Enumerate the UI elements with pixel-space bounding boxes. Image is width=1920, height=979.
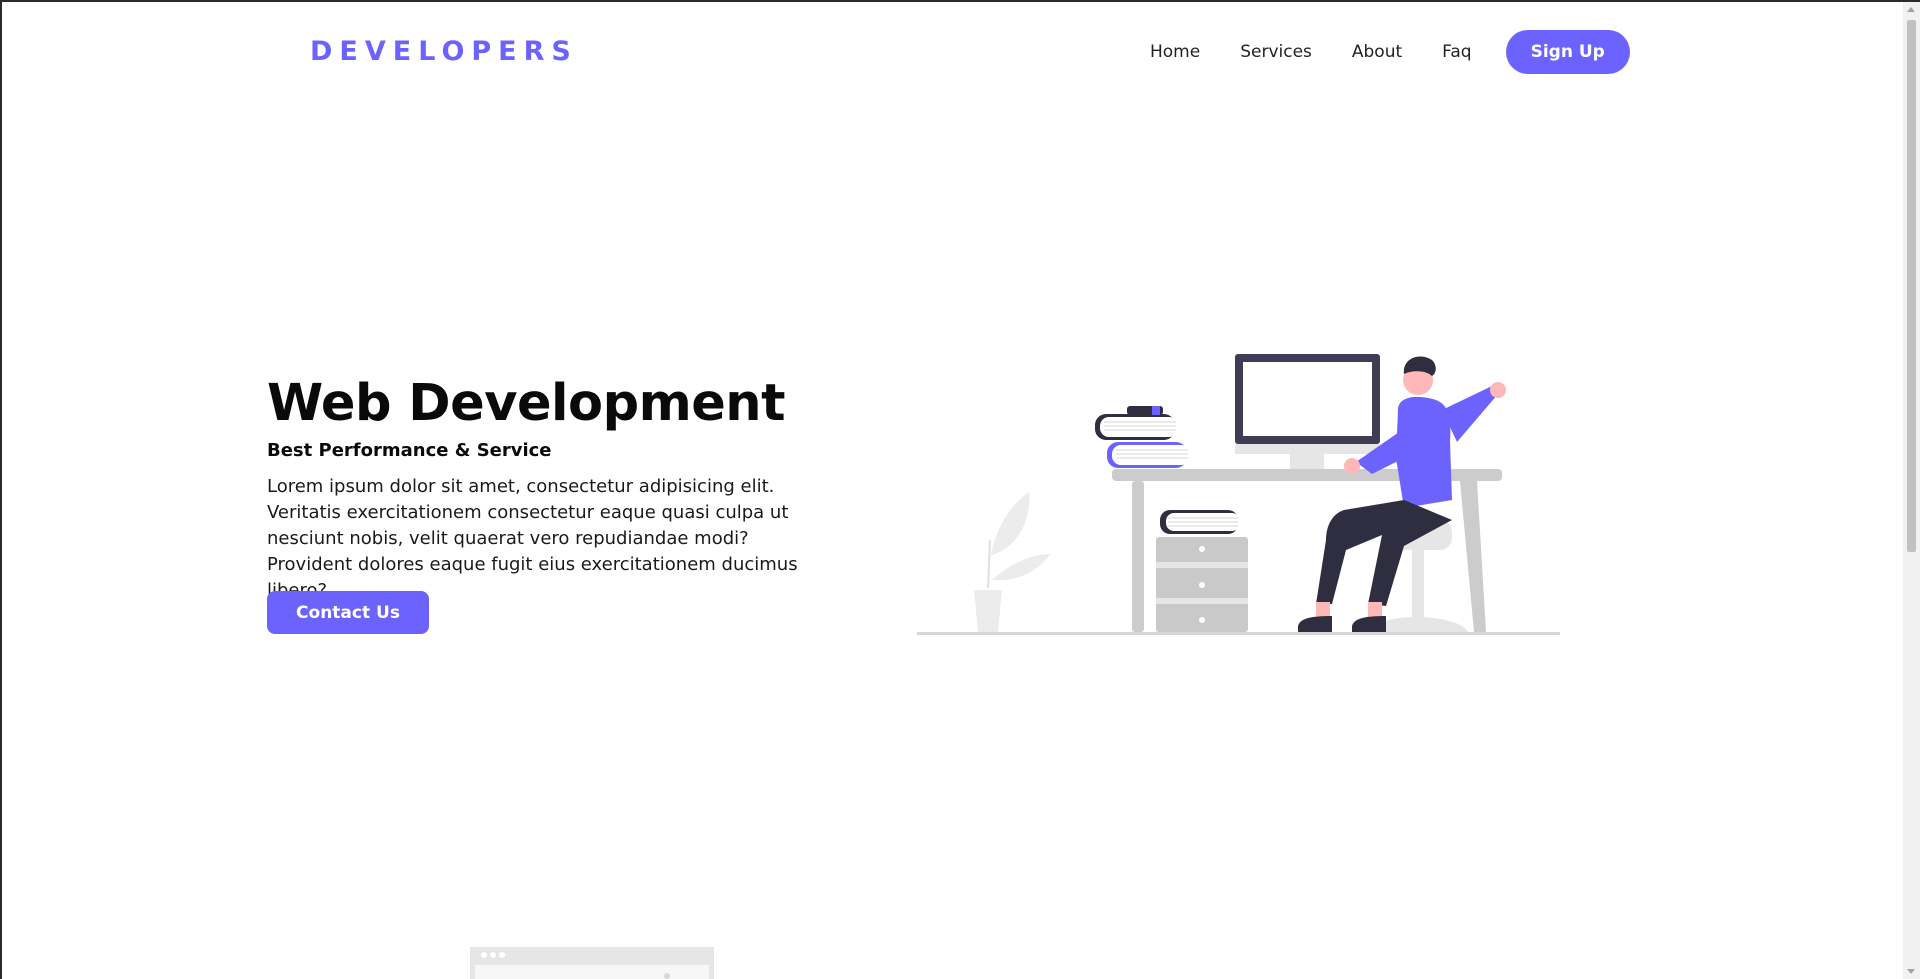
hero-title: Web Development xyxy=(267,374,786,433)
nav-link-faq[interactable]: Faq xyxy=(1442,42,1471,62)
scroll-down-arrow-icon[interactable] xyxy=(1907,969,1915,974)
nav-link-home[interactable]: Home xyxy=(1150,42,1200,62)
window-control-icon xyxy=(664,973,670,979)
browser-window-body xyxy=(475,965,709,979)
developer-at-desk-illustration xyxy=(917,354,1560,635)
book-icon xyxy=(1160,510,1240,534)
nav-link-services[interactable]: Services xyxy=(1240,42,1312,62)
scroll-up-arrow-icon[interactable] xyxy=(1907,7,1915,12)
scroll-thumb[interactable] xyxy=(1907,20,1916,552)
nav-link-about[interactable]: About xyxy=(1352,42,1402,62)
plant-icon xyxy=(974,492,1050,632)
contact-us-button[interactable]: Contact Us xyxy=(267,591,429,634)
browser-dot-icon xyxy=(481,952,487,958)
browser-dot-icon xyxy=(499,952,505,958)
main-nav: Home Services About Faq Sign Up xyxy=(1150,30,1630,74)
signup-button[interactable]: Sign Up xyxy=(1505,30,1630,74)
books-stack-icon xyxy=(1095,406,1190,468)
next-section-illustration xyxy=(470,947,714,979)
monitor-icon xyxy=(1235,354,1380,469)
browser-dot-icon xyxy=(490,952,496,958)
page-scrollbar[interactable] xyxy=(1903,2,1920,979)
brand-logo[interactable]: DEVELOPERS xyxy=(310,36,578,67)
hero-description: Lorem ipsum dolor sit amet, consectetur … xyxy=(267,476,798,601)
floor-line xyxy=(917,632,1560,635)
hero-subtitle: Best Performance & Service xyxy=(267,440,552,461)
